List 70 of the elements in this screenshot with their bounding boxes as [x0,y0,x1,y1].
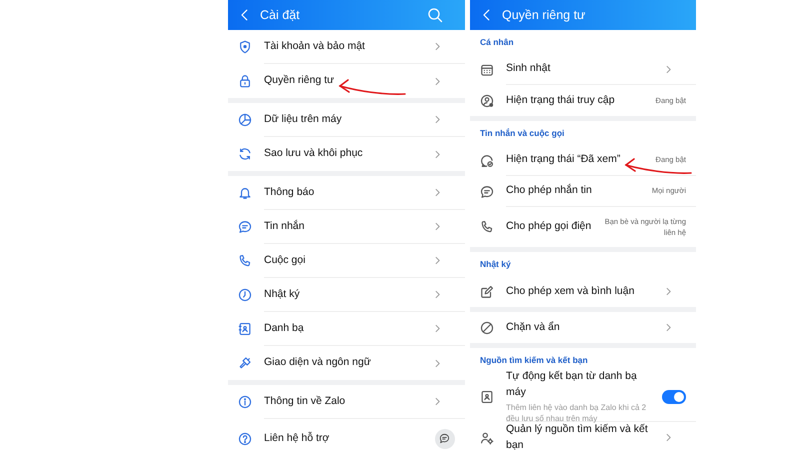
search-icon [427,7,443,23]
block-icon [480,320,494,334]
shield-icon [238,40,252,54]
panel-title: Quyền riêng tư [502,6,586,24]
section-heading: Nguồn tìm kiếm và kết bạn [479,354,589,367]
settings-row[interactable]: Tài khoản và bảo mật [228,30,465,64]
row-label: Tin nhắn [264,220,304,232]
settings-row[interactable]: Chặn và ẩn [470,312,696,343]
settings-row[interactable]: Thông báo [228,176,465,210]
row-label: Cho phép gọi điện [506,220,592,232]
row-label: Tự động kết bạn từ danh bạ máy [506,370,637,398]
help-icon [238,432,252,446]
pie-chart-icon [238,113,252,127]
user-status-icon [480,94,494,108]
settings-row[interactable]: Sao lưu và khôi phục [228,137,465,171]
row-label: Cho phép nhắn tin [506,184,592,196]
row-label: Danh bạ [264,322,304,334]
settings-row[interactable]: Quyền riêng tư [228,64,465,98]
toggle-switch[interactable] [662,390,686,404]
edit-icon [480,284,494,298]
calendar-icon [480,62,494,76]
settings-row[interactable]: Cho phép xem và bình luận [470,276,696,307]
settings-row[interactable]: Dữ liệu trên máy [228,103,465,137]
row-label: Dữ liệu trên máy [264,112,342,125]
bell-icon [238,186,252,200]
chat-icon [480,184,494,198]
settings-row[interactable]: Giao diện và ngôn ngữ [228,346,465,380]
section-heading: Nhật ký [479,258,512,271]
row-label: Liên hệ hỗ trợ [264,432,330,444]
row-label: Thông tin về Zalo [264,394,346,407]
row-label: Hiện trạng thái “Đã xem” [506,153,620,166]
row-label: Cho phép xem và bình luận [506,284,634,297]
row-description: Thêm liên hệ vào danh bạ Zalo khi cả 2 đều lưu số nhau trên máy [506,403,648,424]
phone-icon [480,220,494,234]
chat-icon [438,433,450,444]
sync-icon [238,147,252,161]
settings-row[interactable]: Tin nhắn [228,210,465,244]
lock-icon [238,74,252,88]
row-label: Hiện trạng thái truy cập [506,94,615,106]
row-label: Chặn và ẩn [506,320,560,333]
section-heading: Tin nhắn và cuộc gọi [479,126,566,140]
row-label: Cuộc gọi [264,254,306,266]
row-label: Sao lưu và khôi phục [264,147,363,160]
settings-row[interactable]: Nhật ký [228,278,465,312]
row-label: Giao diện và ngôn ngữ [264,356,371,368]
row-label: Sinh nhật [506,62,550,74]
row-label: Thông báo [264,186,314,198]
row-label: Nhật ký [264,288,300,300]
settings-row[interactable]: Quản lý nguồn tìm kiếm và kết bạn [470,422,696,453]
paint-brush-icon [238,356,252,370]
row-label: Quyền riêng tư [264,74,334,86]
chat-check-icon [480,154,494,168]
support-chat-button[interactable] [435,428,455,448]
users-gear-icon [480,430,494,444]
phone-icon [238,254,252,268]
settings-row[interactable]: Sinh nhật [470,54,696,85]
section-heading: Cá nhân [479,36,515,49]
settings-row[interactable]: Cuộc gọi [228,244,465,278]
info-icon [238,395,252,409]
settings-row[interactable]: Thông tin về Zalo [228,385,465,419]
row-label: Tài khoản và bảo mật [264,40,365,52]
contact-book-icon [238,322,252,336]
settings-row[interactable]: Danh bạ [228,312,465,346]
settings-row[interactable]: Tự động kết bạn từ danh bạ máy Thêm liên hệ vào danh bạ Zalo khi cả 2 đều lưu số nhau trên máy [470,372,696,422]
panel-title: Cài đặt [260,6,301,24]
settings-row[interactable]: Liên hệ hỗ trợ [228,419,465,455]
clock-icon [238,288,252,302]
chat-icon [238,220,252,234]
contact-card-icon [480,390,494,404]
row-label: Quản lý nguồn tìm kiếm và kết bạn [506,422,648,450]
